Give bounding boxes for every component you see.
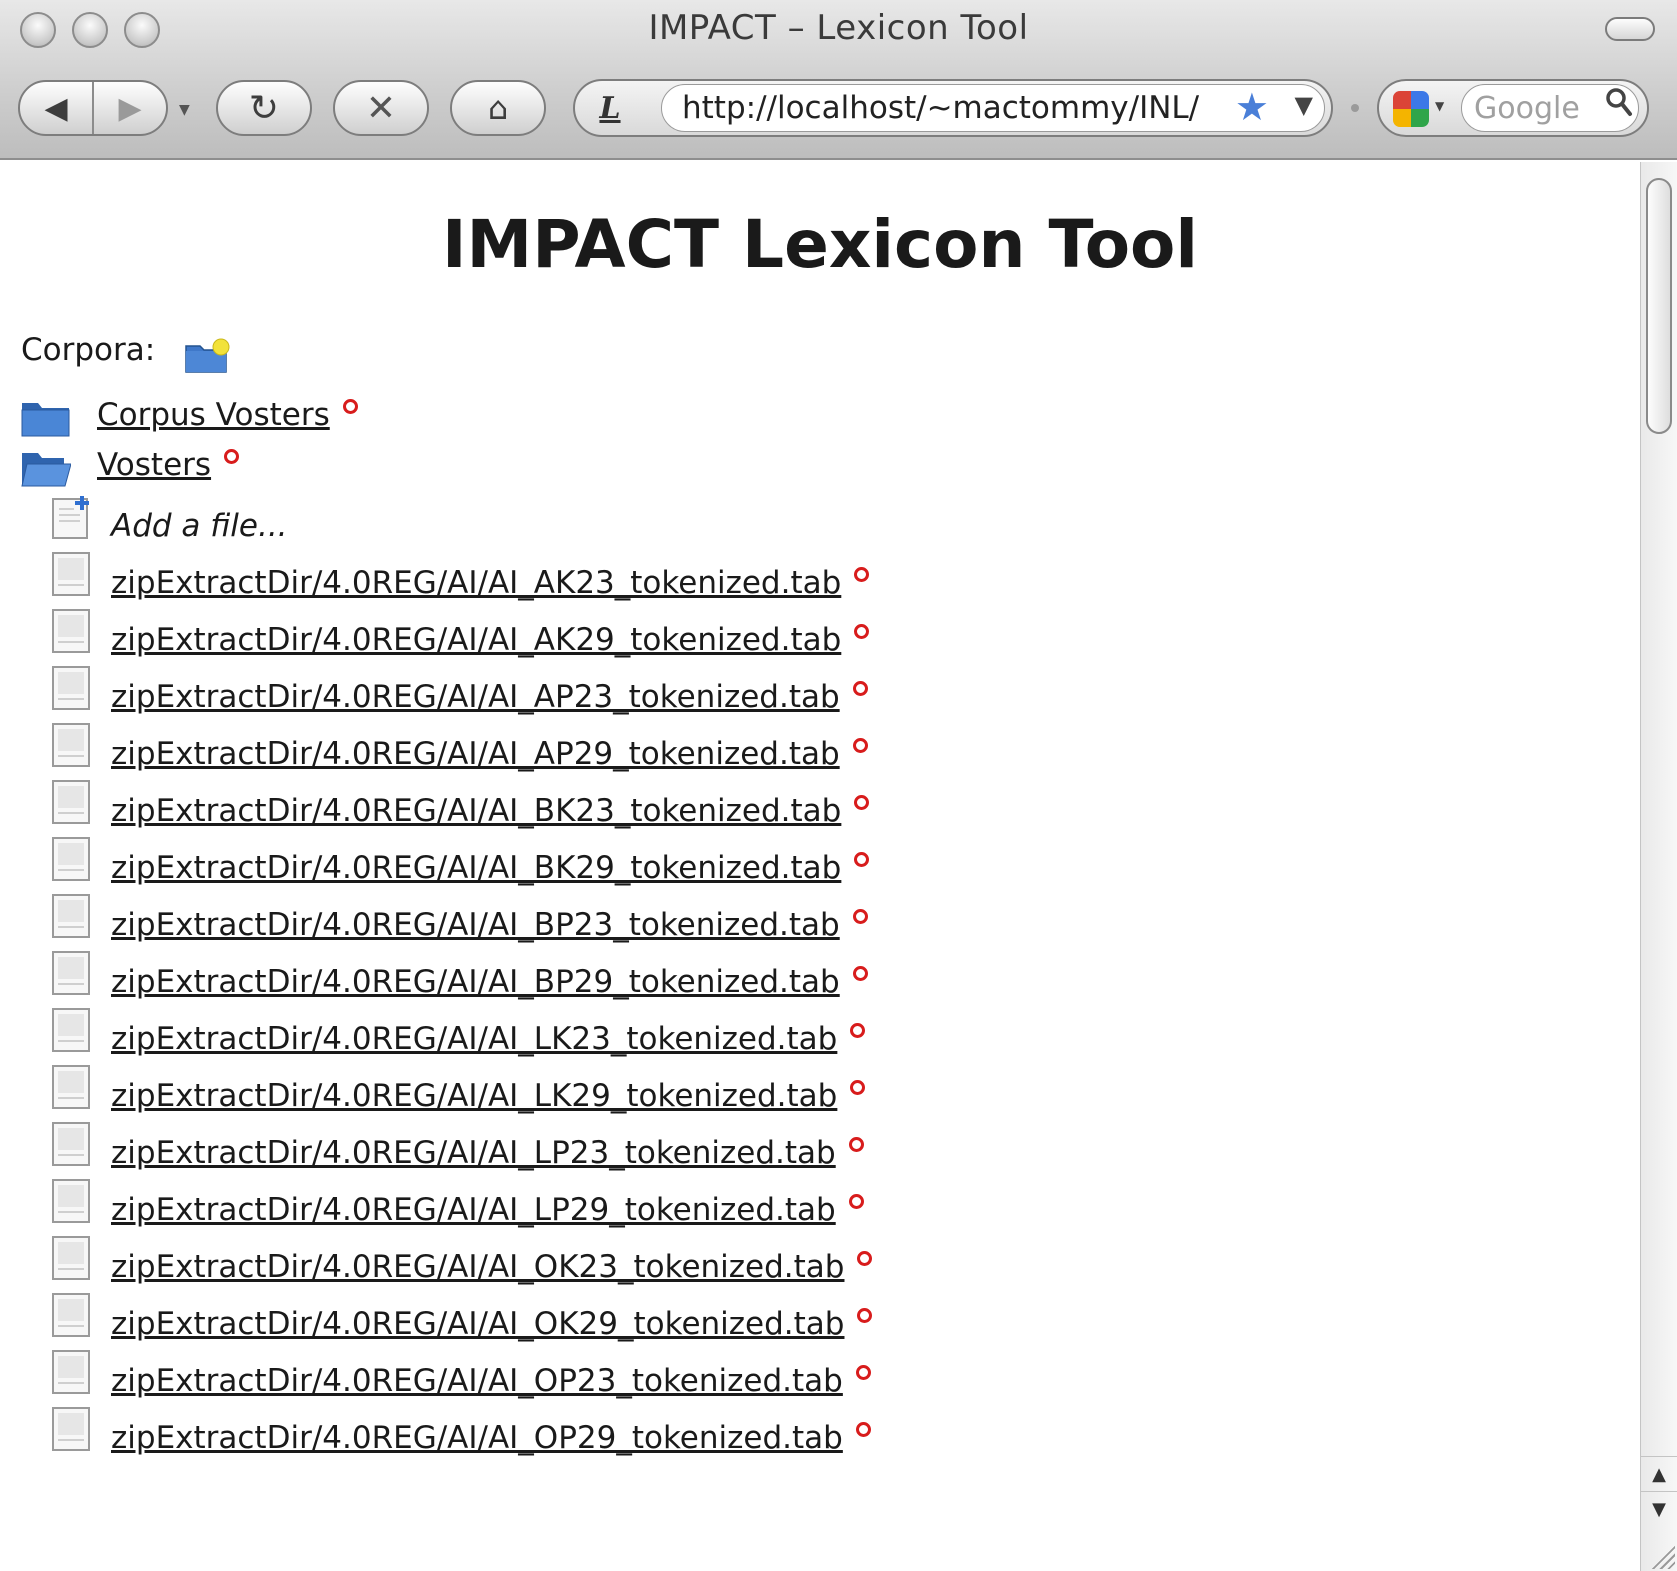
page-title: IMPACT Lexicon Tool bbox=[441, 206, 1199, 283]
forward-button[interactable]: ▶ bbox=[92, 82, 166, 134]
reload-icon: ↻ bbox=[248, 87, 280, 129]
document-icon bbox=[52, 1236, 90, 1280]
delete-dot-icon[interactable] bbox=[857, 1308, 873, 1323]
file-link[interactable]: zipExtractDir/4.0REG/AI/AI_BP29_tokenize… bbox=[111, 964, 868, 1000]
search-icon[interactable] bbox=[1605, 87, 1633, 124]
delete-dot-icon[interactable] bbox=[850, 1023, 866, 1038]
page-content: IMPACT Lexicon Tool Corpora: Corpus Vost… bbox=[0, 162, 1640, 1571]
url-history-dropdown-icon[interactable]: ▼ bbox=[1295, 91, 1313, 119]
document-icon bbox=[52, 1122, 90, 1166]
add-file-link[interactable]: Add a file... bbox=[111, 508, 288, 544]
site-identity-icon[interactable]: L bbox=[587, 89, 633, 127]
document-icon bbox=[52, 1407, 90, 1451]
history-dropdown-icon[interactable]: ▼ bbox=[179, 102, 190, 118]
search-bar: ▼ Google bbox=[1377, 79, 1649, 137]
file-link[interactable]: zipExtractDir/4.0REG/AI/AI_LP23_tokenize… bbox=[111, 1135, 864, 1171]
delete-dot-icon[interactable] bbox=[850, 1080, 866, 1095]
window-title: IMPACT – Lexicon Tool bbox=[648, 8, 1029, 48]
document-icon bbox=[52, 837, 90, 881]
back-arrow-icon: ◀ bbox=[44, 90, 68, 126]
folder-open-icon bbox=[21, 453, 71, 487]
file-link[interactable]: zipExtractDir/4.0REG/AI/AI_LP29_tokenize… bbox=[111, 1192, 864, 1228]
corpora-label: Corpora: bbox=[21, 332, 156, 368]
document-icon bbox=[52, 552, 90, 596]
document-icon bbox=[52, 951, 90, 995]
delete-dot-icon[interactable] bbox=[852, 681, 868, 696]
delete-dot-icon[interactable] bbox=[854, 852, 870, 867]
scrollbar-thumb[interactable] bbox=[1646, 178, 1672, 434]
corpus-link[interactable]: Vosters bbox=[97, 447, 240, 483]
document-icon bbox=[52, 894, 90, 938]
back-button[interactable]: ◀ bbox=[20, 82, 92, 134]
forward-arrow-icon: ▶ bbox=[118, 90, 142, 126]
stop-button[interactable]: ✕ bbox=[333, 80, 429, 136]
delete-dot-icon[interactable] bbox=[224, 449, 240, 464]
file-link[interactable]: zipExtractDir/4.0REG/AI/AI_AP29_tokenize… bbox=[111, 736, 868, 772]
search-engine-dropdown-icon[interactable]: ▼ bbox=[1435, 99, 1444, 113]
document-icon bbox=[52, 1008, 90, 1052]
document-icon bbox=[52, 723, 90, 767]
file-link[interactable]: zipExtractDir/4.0REG/AI/AI_OP29_tokenize… bbox=[111, 1420, 871, 1456]
back-forward-buttons: ◀ ▶ bbox=[18, 80, 168, 136]
file-link[interactable]: zipExtractDir/4.0REG/AI/AI_BP23_tokenize… bbox=[111, 907, 868, 943]
stop-icon: ✕ bbox=[365, 87, 397, 129]
new-folder-icon[interactable] bbox=[185, 338, 231, 374]
delete-dot-icon[interactable] bbox=[854, 624, 870, 639]
toolbar-resize-grip[interactable] bbox=[1351, 104, 1359, 112]
scroll-up-button[interactable]: ▲ bbox=[1641, 1456, 1677, 1491]
document-icon bbox=[52, 780, 90, 824]
delete-dot-icon[interactable] bbox=[855, 1365, 871, 1380]
file-link[interactable]: zipExtractDir/4.0REG/AI/AI_AK23_tokenize… bbox=[111, 565, 870, 601]
add-document-icon bbox=[52, 496, 89, 539]
delete-dot-icon[interactable] bbox=[857, 1251, 873, 1266]
document-icon bbox=[52, 1350, 90, 1394]
reload-button[interactable]: ↻ bbox=[216, 80, 312, 136]
window-resize-grip[interactable] bbox=[1649, 1543, 1675, 1569]
document-icon bbox=[52, 1065, 90, 1109]
folder-icon bbox=[21, 403, 70, 437]
file-link[interactable]: zipExtractDir/4.0REG/AI/AI_OK29_tokenize… bbox=[111, 1306, 873, 1342]
file-link[interactable]: zipExtractDir/4.0REG/AI/AI_LK29_tokenize… bbox=[111, 1078, 866, 1114]
delete-dot-icon[interactable] bbox=[848, 1137, 864, 1152]
corpus-link[interactable]: Corpus Vosters bbox=[97, 397, 358, 433]
toolbar-toggle-button[interactable] bbox=[1605, 17, 1655, 41]
url-input[interactable]: http://localhost/~mactommy/INL/ bbox=[661, 84, 1325, 132]
file-link[interactable]: zipExtractDir/4.0REG/AI/AI_LK23_tokenize… bbox=[111, 1021, 866, 1057]
document-icon bbox=[52, 1179, 90, 1223]
file-link[interactable]: zipExtractDir/4.0REG/AI/AI_BK23_tokenize… bbox=[111, 793, 870, 829]
browser-chrome: IMPACT – Lexicon Tool ◀ ▶ ▼ ↻ ✕ ⌂ L http… bbox=[0, 0, 1677, 160]
document-icon bbox=[52, 609, 90, 653]
delete-dot-icon[interactable] bbox=[855, 1422, 871, 1437]
vertical-scrollbar[interactable]: ▲ ▼ bbox=[1640, 162, 1677, 1571]
document-icon bbox=[52, 666, 90, 710]
delete-dot-icon[interactable] bbox=[342, 399, 358, 414]
file-link[interactable]: zipExtractDir/4.0REG/AI/AI_AP23_tokenize… bbox=[111, 679, 868, 715]
home-button[interactable]: ⌂ bbox=[450, 80, 546, 136]
delete-dot-icon[interactable] bbox=[852, 966, 868, 981]
url-text: http://localhost/~mactommy/INL/ bbox=[682, 90, 1200, 126]
bookmark-star-icon[interactable]: ★ bbox=[1235, 85, 1269, 129]
search-engine-icon[interactable] bbox=[1393, 91, 1429, 127]
delete-dot-icon[interactable] bbox=[854, 567, 870, 582]
home-icon: ⌂ bbox=[487, 89, 509, 127]
delete-dot-icon[interactable] bbox=[852, 909, 868, 924]
address-bar: L http://localhost/~mactommy/INL/ ★ ▼ bbox=[573, 79, 1333, 137]
file-link[interactable]: zipExtractDir/4.0REG/AI/AI_OK23_tokenize… bbox=[111, 1249, 873, 1285]
file-link[interactable]: zipExtractDir/4.0REG/AI/AI_BK29_tokenize… bbox=[111, 850, 870, 886]
file-link[interactable]: zipExtractDir/4.0REG/AI/AI_AK29_tokenize… bbox=[111, 622, 870, 658]
file-link[interactable]: zipExtractDir/4.0REG/AI/AI_OP23_tokenize… bbox=[111, 1363, 871, 1399]
scroll-down-button[interactable]: ▼ bbox=[1641, 1491, 1677, 1526]
delete-dot-icon[interactable] bbox=[852, 738, 868, 753]
delete-dot-icon[interactable] bbox=[848, 1194, 864, 1209]
delete-dot-icon[interactable] bbox=[854, 795, 870, 810]
document-icon bbox=[52, 1293, 90, 1337]
